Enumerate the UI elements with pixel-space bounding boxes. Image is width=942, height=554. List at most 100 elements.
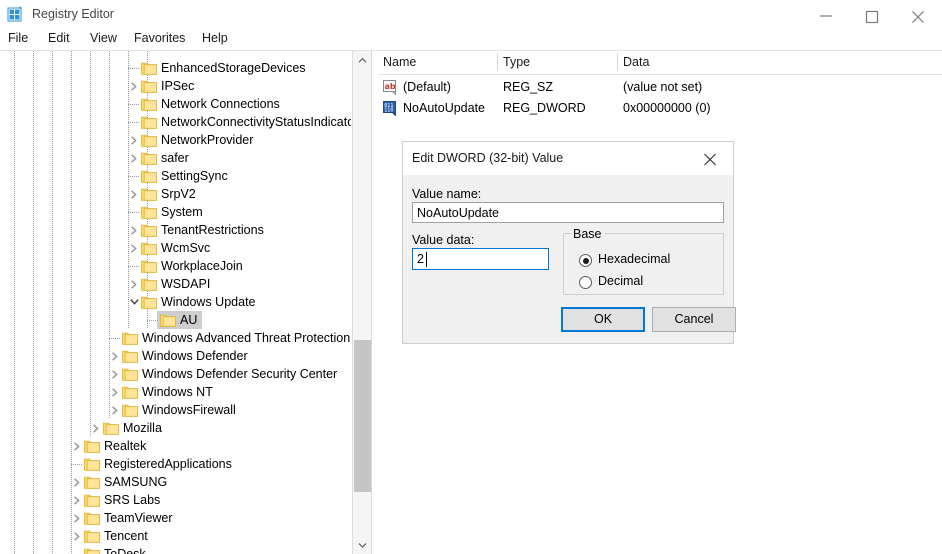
chevron-right-icon[interactable] xyxy=(69,508,85,528)
tree-item-windows-defender[interactable]: Windows Defender xyxy=(0,346,351,366)
value-name-input[interactable]: NoAutoUpdate xyxy=(412,202,724,223)
menu-help[interactable]: Help xyxy=(202,31,228,45)
tree-item-srpv2[interactable]: SrpV2 xyxy=(0,184,351,204)
column-divider[interactable] xyxy=(617,53,618,71)
tree-item-registeredapplications[interactable]: RegisteredApplications xyxy=(0,454,351,474)
column-header-name[interactable]: Name xyxy=(383,55,416,69)
chevron-right-icon[interactable] xyxy=(69,526,85,546)
tree-item-label: EnhancedStorageDevices xyxy=(161,61,306,75)
menu-favorites[interactable]: Favorites xyxy=(134,31,185,45)
dialog-close-button[interactable] xyxy=(689,142,733,175)
folder-icon xyxy=(141,277,157,291)
tree-connector xyxy=(109,338,120,339)
value-name: (Default) xyxy=(403,80,451,94)
column-divider[interactable] xyxy=(497,53,498,71)
tree-item-safer[interactable]: safer xyxy=(0,148,351,168)
column-header-data[interactable]: Data xyxy=(623,55,649,69)
scroll-up-icon[interactable] xyxy=(353,51,371,69)
value-type: REG_DWORD xyxy=(503,101,586,115)
registry-tree-pane[interactable]: EnhancedStorageDevices IPSec Network Conne… xyxy=(0,51,351,554)
tree-item-workplacejoin[interactable]: WorkplaceJoin xyxy=(0,256,351,276)
tree-item-label: TenantRestrictions xyxy=(161,223,264,237)
chevron-right-icon[interactable] xyxy=(126,184,142,204)
value-data-input[interactable]: 2 xyxy=(412,248,549,270)
value-data-input-text: 2 xyxy=(417,252,424,266)
tree-connector xyxy=(128,176,139,177)
tree-item-teamviewer[interactable]: TeamViewer xyxy=(0,508,351,528)
tree-item-label: safer xyxy=(161,151,189,165)
tree-item-tenantrestrictions[interactable]: TenantRestrictions xyxy=(0,220,351,240)
scrollbar-thumb[interactable] xyxy=(354,340,371,492)
chevron-right-icon[interactable] xyxy=(126,76,142,96)
registry-editor-icon xyxy=(7,6,24,23)
tree-item-windowsfirewall[interactable]: WindowsFirewall xyxy=(0,400,351,420)
tree-item-wcmsvc[interactable]: WcmSvc xyxy=(0,238,351,258)
chevron-right-icon[interactable] xyxy=(126,220,142,240)
ok-button[interactable]: OK xyxy=(561,307,645,332)
tree-item-wsdapi[interactable]: WSDAPI xyxy=(0,274,351,294)
chevron-right-icon[interactable] xyxy=(126,274,142,294)
minimize-button[interactable] xyxy=(804,0,850,31)
pane-splitter[interactable] xyxy=(371,51,372,554)
folder-icon xyxy=(141,295,157,309)
tree-item-settingsync[interactable]: SettingSync xyxy=(0,166,351,186)
tree-item-label: RegisteredApplications xyxy=(104,457,232,471)
tree-item-realtek[interactable]: Realtek xyxy=(0,436,351,456)
cancel-button[interactable]: Cancel xyxy=(652,307,736,332)
tree-item-label: SAMSUNG xyxy=(104,475,168,489)
menu-edit[interactable]: Edit xyxy=(48,31,70,45)
values-column-header: Name Type Data xyxy=(378,51,942,74)
tree-item-windows-nt[interactable]: Windows NT xyxy=(0,382,351,402)
tree-item-label: Windows NT xyxy=(142,385,213,399)
tree-item-todesk[interactable]: ToDesk xyxy=(0,544,351,554)
tree-item-system[interactable]: System xyxy=(0,202,351,222)
chevron-right-icon[interactable] xyxy=(126,148,142,168)
folder-icon xyxy=(141,115,157,129)
tree-item-au[interactable]: AU xyxy=(0,310,351,330)
tree-item-srs-labs[interactable]: SRS Labs xyxy=(0,490,351,510)
tree-item-label: WorkplaceJoin xyxy=(161,259,243,273)
chevron-right-icon[interactable] xyxy=(88,418,104,438)
chevron-down-icon[interactable] xyxy=(126,292,142,312)
table-row[interactable]: 011 110 NoAutoUpdate REG_DWORD 0x0000000… xyxy=(378,98,942,119)
chevron-right-icon[interactable] xyxy=(126,130,142,150)
tree-item-network-connections[interactable]: Network Connections xyxy=(0,94,351,114)
tree-item-enhancedstoragedevices[interactable]: EnhancedStorageDevices xyxy=(0,58,351,78)
tree-item-ipsec[interactable]: IPSec xyxy=(0,76,351,96)
tree-item-label: Windows Advanced Threat Protection xyxy=(142,331,351,345)
chevron-right-icon[interactable] xyxy=(107,400,123,420)
edit-dword-dialog: Edit DWORD (32-bit) Value Value name: No… xyxy=(402,141,736,344)
tree-item-tencent[interactable]: Tencent xyxy=(0,526,351,546)
menu-view[interactable]: View xyxy=(90,31,117,45)
chevron-right-icon[interactable] xyxy=(69,472,85,492)
tree-item-windows-advanced-threat-protection[interactable]: Windows Advanced Threat Protection xyxy=(0,328,351,348)
folder-icon xyxy=(141,61,157,75)
tree-item-windows-update[interactable]: Windows Update xyxy=(0,292,351,312)
folder-icon xyxy=(84,439,100,453)
close-button[interactable] xyxy=(896,0,942,31)
chevron-right-icon[interactable] xyxy=(107,364,123,384)
tree-scrollbar[interactable] xyxy=(352,51,372,554)
tree-item-label: Network Connections xyxy=(161,97,280,111)
chevron-right-icon[interactable] xyxy=(69,490,85,510)
tree-item-label: NetworkProvider xyxy=(161,133,254,147)
tree-item-windows-defender-security-center[interactable]: Windows Defender Security Center xyxy=(0,364,351,384)
tree-item-networkconnectivitystatusindicator[interactable]: NetworkConnectivityStatusIndicator xyxy=(0,112,351,132)
chevron-right-icon[interactable] xyxy=(126,238,142,258)
tree-item-samsung[interactable]: SAMSUNG xyxy=(0,472,351,492)
folder-icon xyxy=(84,475,100,489)
maximize-button[interactable] xyxy=(850,0,896,31)
value-name: NoAutoUpdate xyxy=(403,101,486,115)
table-row[interactable]: ab (Default) REG_SZ (value not set) xyxy=(378,77,942,98)
tree-item-networkprovider[interactable]: NetworkProvider xyxy=(0,130,351,150)
tree-item-mozilla[interactable]: Mozilla xyxy=(0,418,351,438)
scroll-down-icon[interactable] xyxy=(353,536,371,554)
folder-icon xyxy=(141,97,157,111)
column-header-type[interactable]: Type xyxy=(503,55,530,69)
value-type: REG_SZ xyxy=(503,80,554,94)
menu-file[interactable]: File xyxy=(8,31,28,45)
chevron-right-icon[interactable] xyxy=(69,436,85,456)
chevron-right-icon[interactable] xyxy=(107,346,123,366)
chevron-right-icon[interactable] xyxy=(107,382,123,402)
value-name-label: Value name: xyxy=(412,187,482,201)
